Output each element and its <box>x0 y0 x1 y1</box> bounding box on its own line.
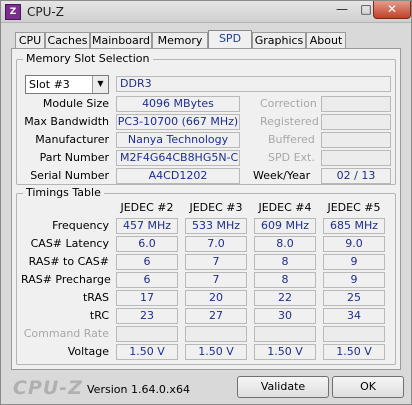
timings-row-label: tRAS <box>82 291 109 304</box>
timings-cell: 533 MHz <box>185 218 247 234</box>
week-year-value: 02 / 13 <box>321 168 391 184</box>
timings-cell: 1.50 V <box>254 344 316 360</box>
buffered-label: Buffered <box>268 133 315 146</box>
timings-row-label: CAS# Latency <box>30 237 109 250</box>
memory-type-value: DDR3 <box>116 76 391 92</box>
timings-cell: 34 <box>323 308 385 324</box>
correction-value <box>321 96 391 112</box>
tab-memory[interactable]: Memory <box>152 32 208 49</box>
timings-cell: 1.50 V <box>116 344 178 360</box>
validate-button[interactable]: Validate <box>237 376 329 398</box>
slot-select[interactable]: Slot #3 ▼ <box>25 75 109 94</box>
module-size-value: 4096 MBytes <box>116 96 240 112</box>
manufacturer-value: Nanya Technology <box>116 132 240 148</box>
window-title: CPU-Z <box>27 5 64 19</box>
timings-row-label: Voltage <box>67 345 109 358</box>
chevron-down-icon[interactable]: ▼ <box>92 76 108 93</box>
serial-number-label: Serial Number <box>30 169 109 182</box>
timings-cell: 25 <box>323 290 385 306</box>
registered-value <box>321 114 391 130</box>
module-size-label: Module Size <box>42 97 109 110</box>
timings-cell: 7.0 <box>185 236 247 252</box>
timings-column-header: JEDEC #2 <box>120 201 174 214</box>
spd-ext-value <box>321 150 391 166</box>
minimize-icon[interactable]: — <box>329 1 355 19</box>
timings-cell: 457 MHz <box>116 218 178 234</box>
cpuz-window: Z CPU-Z — □ ✕ CPU Caches Mainboard Memor… <box>0 0 412 405</box>
timings-cell: 6.0 <box>116 236 178 252</box>
timings-cell: 7 <box>185 272 247 288</box>
version-text: Version 1.64.0.x64 <box>87 383 190 396</box>
slot-select-value: Slot #3 <box>29 78 70 91</box>
timings-cell: 685 MHz <box>323 218 385 234</box>
timings-title: Timings Table <box>23 186 104 199</box>
timings-column-header: JEDEC #3 <box>189 201 243 214</box>
close-icon[interactable]: ✕ <box>373 1 411 19</box>
buffered-value <box>321 132 391 148</box>
tab-about[interactable]: About <box>306 32 346 49</box>
memory-slot-title: Memory Slot Selection <box>23 52 153 65</box>
app-icon: Z <box>5 4 21 20</box>
timings-row-label: Frequency <box>52 219 109 232</box>
spd-panel: Memory Slot Selection Slot #3 ▼ DDR3 Mod… <box>11 48 401 370</box>
timings-cell: 8.0 <box>254 236 316 252</box>
timings-cell: 6 <box>116 254 178 270</box>
timings-cell: 9.0 <box>323 236 385 252</box>
memory-slot-group: Memory Slot Selection Slot #3 ▼ DDR3 Mod… <box>16 52 396 185</box>
cpuz-logo: CPU-Z <box>13 377 83 399</box>
timings-cell: 27 <box>185 308 247 324</box>
timings-group: Timings Table JEDEC #2 JEDEC #3 JEDEC #4 JE… <box>16 186 396 365</box>
correction-label: Correction <box>260 97 317 110</box>
timings-column-header: JEDEC #5 <box>327 201 381 214</box>
timings-cell <box>185 326 247 342</box>
timings-cell: 6 <box>116 272 178 288</box>
max-bandwidth-value: PC3-10700 (667 MHz) <box>116 114 240 130</box>
registered-label: Registered <box>260 115 319 128</box>
timings-row-label: tRC <box>89 309 109 322</box>
timings-column-header: JEDEC #4 <box>258 201 312 214</box>
part-number-label: Part Number <box>39 151 109 164</box>
timings-cell: 30 <box>254 308 316 324</box>
timings-cell <box>323 326 385 342</box>
timings-cell: 8 <box>254 272 316 288</box>
manufacturer-label: Manufacturer <box>35 133 109 146</box>
timings-row-label: Command Rate <box>23 327 109 340</box>
timings-cell: 7 <box>185 254 247 270</box>
tab-caches[interactable]: Caches <box>45 32 90 49</box>
timings-cell: 1.50 V <box>323 344 385 360</box>
week-year-label: Week/Year <box>253 169 311 182</box>
timings-cell: 17 <box>116 290 178 306</box>
timings-cell: 9 <box>323 272 385 288</box>
timings-cell <box>116 326 178 342</box>
title-bar[interactable]: Z CPU-Z — □ ✕ <box>1 1 411 23</box>
tab-spd[interactable]: SPD <box>208 30 252 50</box>
ok-button[interactable]: OK <box>332 376 404 398</box>
spd-ext-label: SPD Ext. <box>268 151 315 164</box>
timings-cell: 22 <box>254 290 316 306</box>
timings-cell <box>254 326 316 342</box>
tab-cpu[interactable]: CPU <box>15 32 45 49</box>
tab-graphics[interactable]: Graphics <box>252 32 306 49</box>
part-number-value: M2F4G64CB8HG5N-CG <box>116 150 240 166</box>
timings-cell: 609 MHz <box>254 218 316 234</box>
serial-number-value: A4CD1202 <box>116 168 240 184</box>
tab-mainboard[interactable]: Mainboard <box>90 32 152 49</box>
timings-cell: 9 <box>323 254 385 270</box>
max-bandwidth-label: Max Bandwidth <box>24 115 109 128</box>
timings-row-label: RAS# Precharge <box>21 273 111 286</box>
timings-cell: 23 <box>116 308 178 324</box>
timings-cell: 1.50 V <box>185 344 247 360</box>
timings-cell: 8 <box>254 254 316 270</box>
timings-row-label: RAS# to CAS# <box>28 255 109 268</box>
timings-cell: 20 <box>185 290 247 306</box>
